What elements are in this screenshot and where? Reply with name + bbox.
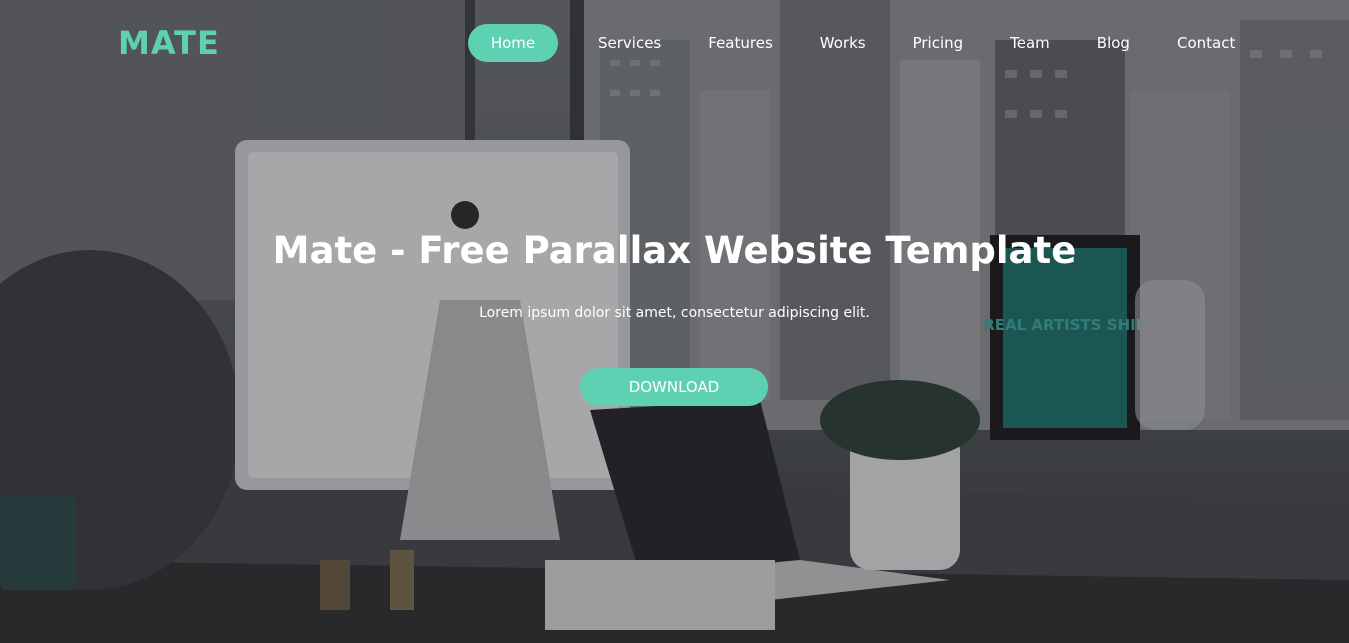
hero-section: REAL ARTISTS SHIP MATE Home Services Fea… bbox=[0, 0, 1349, 643]
nav-item-contact[interactable]: Contact bbox=[1177, 24, 1235, 62]
nav-item-home[interactable]: Home bbox=[468, 24, 558, 62]
hero-subtitle: Lorem ipsum dolor sit amet, consectetur … bbox=[479, 305, 870, 321]
nav-item-features[interactable]: Features bbox=[708, 24, 773, 62]
nav-item-pricing[interactable]: Pricing bbox=[913, 24, 964, 62]
nav-item-works[interactable]: Works bbox=[820, 24, 866, 62]
site-logo[interactable]: MATE bbox=[118, 25, 220, 61]
nav-item-team[interactable]: Team bbox=[1010, 24, 1050, 62]
download-button[interactable]: DOWNLOAD bbox=[580, 368, 768, 406]
nav-item-services[interactable]: Services bbox=[598, 24, 661, 62]
main-navigation: Home Services Features Works Pricing Tea… bbox=[468, 24, 1235, 62]
hero-title: Mate - Free Parallax Website Template bbox=[272, 229, 1077, 272]
nav-item-blog[interactable]: Blog bbox=[1097, 24, 1130, 62]
